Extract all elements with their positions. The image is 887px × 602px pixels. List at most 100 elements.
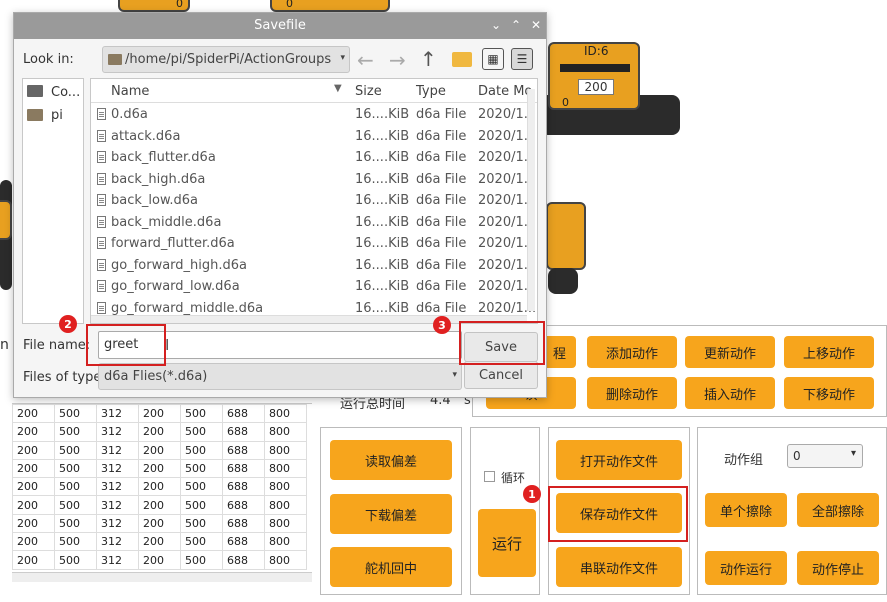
table-cell[interactable]: 500 (180, 532, 223, 552)
maximize-icon[interactable]: ⌃ (511, 18, 521, 32)
delete-action-button[interactable]: 删除动作 (587, 377, 677, 409)
action-grid[interactable]: 200 500 312 200 500 688 800 200 500 312 200 500 688 8… (12, 403, 312, 571)
column-date[interactable]: Date Mo (478, 84, 532, 99)
add-action-button[interactable]: 添加动作 (587, 336, 677, 368)
erase-all-button[interactable]: 全部擦除 (797, 493, 879, 527)
servo-slider[interactable] (560, 64, 630, 72)
up-arrow-icon[interactable]: ↑ (420, 47, 437, 71)
table-row[interactable]: 200 500 312 200 500 688 800 (12, 422, 307, 442)
action-group-select[interactable]: 0 ▾ (787, 444, 863, 468)
table-cell[interactable]: 688 (222, 404, 265, 424)
file-row[interactable]: back_middle.d6a 16....KiB d6a File 2020/1..… (91, 212, 536, 234)
table-cell[interactable]: 688 (222, 513, 265, 534)
read-offset-button[interactable]: 读取偏差 (330, 440, 452, 480)
table-cell[interactable]: 200 (12, 513, 55, 534)
table-cell[interactable]: 200 (12, 440, 55, 460)
download-offset-button[interactable]: 下载偏差 (330, 494, 452, 534)
table-cell[interactable]: 500 (54, 550, 97, 570)
table-row[interactable]: 200 500 312 200 500 688 800 (12, 532, 307, 552)
file-list-vscroll[interactable] (527, 89, 535, 311)
table-cell[interactable]: 800 (264, 440, 307, 460)
table-cell[interactable]: 200 (12, 477, 55, 497)
table-cell[interactable]: 800 (264, 495, 307, 515)
servo-value-input[interactable]: 200 (578, 79, 614, 95)
table-cell[interactable]: 312 (96, 404, 139, 424)
table-cell[interactable]: 688 (222, 458, 265, 479)
close-icon[interactable]: ✕ (531, 18, 541, 32)
look-in-combo[interactable]: /home/pi/SpiderPi/ActionGroups ▾ (102, 46, 350, 73)
icon-view-icon[interactable]: ▦ (482, 48, 504, 70)
table-cell[interactable]: 500 (180, 404, 223, 424)
table-row[interactable]: 200 500 312 200 500 688 800 (12, 513, 307, 534)
move-down-button[interactable]: 下移动作 (784, 377, 874, 409)
table-row[interactable]: 200 500 312 200 500 688 800 (12, 458, 307, 479)
table-cell[interactable]: 500 (54, 495, 97, 515)
table-cell[interactable]: 500 (54, 477, 97, 497)
table-cell[interactable]: 200 (138, 477, 181, 497)
file-row[interactable]: attack.d6a 16....KiB d6a File 2020/1... (91, 126, 536, 148)
table-cell[interactable]: 200 (138, 495, 181, 515)
table-cell[interactable]: 688 (222, 532, 265, 552)
sidebar-item-computer[interactable]: Co... (27, 83, 83, 103)
table-cell[interactable]: 200 (138, 458, 181, 479)
file-list[interactable]: Name ▼ Size Type Date Mo 0.d6a 16....KiB d… (90, 78, 538, 324)
table-cell[interactable]: 800 (264, 550, 307, 570)
file-row[interactable]: back_high.d6a 16....KiB d6a File 2020/1... (91, 169, 536, 191)
table-cell[interactable]: 200 (12, 404, 55, 424)
table-row[interactable]: 200 500 312 200 500 688 800 (12, 440, 307, 460)
erase-single-button[interactable]: 单个擦除 (705, 493, 787, 527)
table-cell[interactable]: 200 (138, 550, 181, 570)
back-arrow-icon[interactable]: ← (357, 48, 374, 72)
table-cell[interactable]: 500 (54, 458, 97, 479)
table-cell[interactable]: 500 (180, 495, 223, 515)
table-cell[interactable]: 200 (12, 550, 55, 570)
table-cell[interactable]: 500 (180, 458, 223, 479)
list-view-icon[interactable]: ☰ (511, 48, 533, 70)
table-cell[interactable]: 800 (264, 458, 307, 479)
table-cell[interactable]: 500 (180, 550, 223, 570)
table-cell[interactable]: 200 (138, 422, 181, 442)
file-row[interactable]: back_low.d6a 16....KiB d6a File 2020/1... (91, 190, 536, 212)
forward-arrow-icon[interactable]: → (389, 48, 406, 72)
table-cell[interactable]: 312 (96, 532, 139, 552)
table-cell[interactable]: 200 (12, 495, 55, 515)
run-action-button[interactable]: 动作运行 (705, 551, 787, 585)
table-cell[interactable]: 800 (264, 404, 307, 424)
table-cell[interactable]: 312 (96, 495, 139, 515)
table-cell[interactable]: 500 (54, 404, 97, 424)
table-cell[interactable]: 312 (96, 477, 139, 497)
table-cell[interactable]: 312 (96, 458, 139, 479)
table-cell[interactable]: 500 (180, 440, 223, 460)
table-cell[interactable]: 688 (222, 550, 265, 570)
table-cell[interactable]: 200 (138, 513, 181, 534)
column-name[interactable]: Name (111, 84, 149, 99)
table-cell[interactable]: 500 (54, 513, 97, 534)
file-row[interactable]: forward_flutter.d6a 16....KiB d6a File 2020… (91, 233, 536, 255)
file-row[interactable]: back_flutter.d6a 16....KiB d6a File 2020/1.… (91, 147, 536, 169)
table-cell[interactable]: 800 (264, 513, 307, 534)
table-cell[interactable]: 200 (138, 404, 181, 424)
table-cell[interactable]: 500 (54, 532, 97, 552)
sidebar-item-pi[interactable]: pi (27, 106, 83, 126)
table-cell[interactable]: 200 (12, 532, 55, 552)
table-cell[interactable]: 312 (96, 440, 139, 460)
update-action-button[interactable]: 更新动作 (685, 336, 775, 368)
table-cell[interactable]: 688 (222, 495, 265, 515)
table-cell[interactable]: 500 (180, 422, 223, 442)
chain-action-file-button[interactable]: 串联动作文件 (556, 547, 682, 587)
table-cell[interactable]: 200 (12, 458, 55, 479)
table-cell[interactable]: 800 (264, 532, 307, 552)
open-action-file-button[interactable]: 打开动作文件 (556, 440, 682, 480)
dialog-titlebar[interactable]: Savefile ⌄ ⌃ ✕ (14, 13, 546, 39)
column-type[interactable]: Type (416, 84, 446, 99)
move-up-button[interactable]: 上移动作 (784, 336, 874, 368)
table-cell[interactable]: 688 (222, 440, 265, 460)
table-cell[interactable]: 200 (138, 440, 181, 460)
table-row[interactable]: 200 500 312 200 500 688 800 (12, 404, 307, 424)
file-row[interactable]: go_forward_high.d6a 16....KiB d6a File 2020… (91, 255, 536, 277)
table-row[interactable]: 200 500 312 200 500 688 800 (12, 495, 307, 515)
loop-checkbox[interactable] (484, 471, 495, 482)
table-cell[interactable]: 312 (96, 513, 139, 534)
new-folder-icon[interactable] (452, 52, 472, 67)
stop-action-button[interactable]: 动作停止 (797, 551, 879, 585)
